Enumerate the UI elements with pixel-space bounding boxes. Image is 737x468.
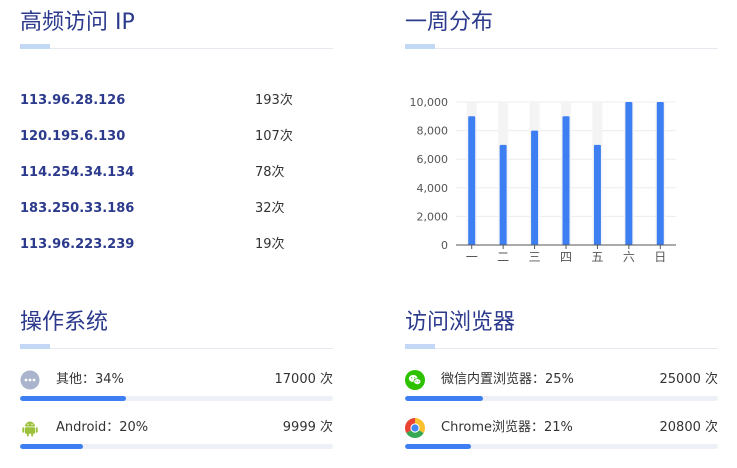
os-item-value: 9999 次 xyxy=(282,420,333,435)
y-tick-label: 4,000 xyxy=(417,182,449,195)
progress-fill xyxy=(20,396,127,401)
wechat-icon xyxy=(405,370,425,390)
os-panel: 操作系统 其他：34% 17000 次 Android：20% 9999 次 xyxy=(20,308,333,458)
progress-track xyxy=(20,396,333,401)
bar xyxy=(656,102,664,245)
x-tick-label: 六 xyxy=(623,250,635,264)
browser-item-value: 20800 次 xyxy=(659,420,719,435)
browser-panel-title: 访问浏览器 xyxy=(405,310,516,335)
title-accent xyxy=(20,344,50,349)
week-bar-chart: 0 2,000 4,000 6,000 8,000 10,000 一 二 三 四 五 六 日 xyxy=(410,96,676,264)
x-tick-label: 四 xyxy=(560,250,572,264)
bar xyxy=(531,130,539,245)
os-item-label: Android：20% xyxy=(56,420,149,435)
bar xyxy=(593,144,601,245)
title-accent xyxy=(405,344,435,349)
browser-item-label: 微信内置浏览器：25% xyxy=(441,372,574,387)
browser-item-value: 25000 次 xyxy=(659,372,719,387)
bar xyxy=(499,144,507,245)
chrome-icon xyxy=(405,418,425,438)
os-panel-divider xyxy=(20,338,333,349)
android-icon xyxy=(20,418,40,438)
y-tick-label: 0 xyxy=(441,239,448,252)
y-tick-label: 10,000 xyxy=(410,96,449,109)
bar xyxy=(625,102,633,245)
os-panel-title: 操作系统 xyxy=(20,310,109,335)
progress-fill xyxy=(405,444,471,449)
x-tick-label: 三 xyxy=(529,250,541,264)
bar xyxy=(468,116,476,245)
y-tick-label: 2,000 xyxy=(417,210,449,223)
x-tick-label: 日 xyxy=(654,250,666,264)
progress-track xyxy=(20,444,333,449)
x-tick-label: 一 xyxy=(466,250,478,264)
os-item-label: 其他：34% xyxy=(56,372,124,387)
os-item-android: Android：20% 9999 次 xyxy=(20,418,333,468)
bar xyxy=(562,116,570,245)
progress-track xyxy=(405,396,718,401)
os-item-value: 17000 次 xyxy=(274,372,334,387)
browser-panel-divider xyxy=(405,338,718,349)
y-tick-label: 6,000 xyxy=(417,153,449,166)
progress-fill xyxy=(405,396,484,401)
y-tick-label: 8,000 xyxy=(417,125,449,138)
os-item-other: 其他：34% 17000 次 xyxy=(20,370,333,420)
browser-item-label: Chrome浏览器：21% xyxy=(441,420,573,435)
x-tick-label: 二 xyxy=(497,250,509,264)
progress-track xyxy=(405,444,718,449)
x-tick-label: 五 xyxy=(591,250,603,264)
more-dots-icon xyxy=(20,370,40,390)
browser-item-chrome: Chrome浏览器：21% 20800 次 xyxy=(405,418,718,468)
progress-fill xyxy=(20,444,83,449)
browser-item-wechat: 微信内置浏览器：25% 25000 次 xyxy=(405,370,718,420)
browser-panel: 访问浏览器 微信内置浏览器：25% 25000 次 Chrome浏览器：21% … xyxy=(405,308,718,458)
